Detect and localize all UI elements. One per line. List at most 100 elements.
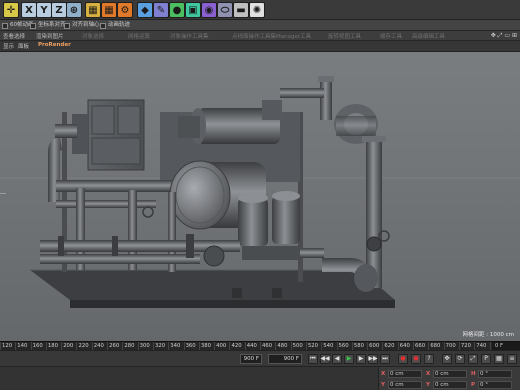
cube-icon[interactable]: ◆ (137, 2, 153, 18)
timeline-tick: 660 (413, 342, 428, 350)
world-axis-marker (0, 193, 6, 194)
rot-p-field[interactable]: 0 ° (478, 381, 512, 389)
size-y: Y0 cm (426, 381, 467, 389)
3d-viewport[interactable]: 网格间距 : 1000 cm (0, 51, 520, 341)
strip-item-anim-path[interactable]: 动画轨迹 (100, 21, 130, 30)
next-key-icon[interactable]: ▶▶ (368, 354, 378, 364)
tab-panel[interactable]: 面板 (18, 42, 29, 50)
timeline-tick: 160 (30, 342, 46, 350)
rotation-key-icon[interactable]: ⟳ (455, 354, 465, 364)
timeline-tick: 480 (275, 342, 290, 350)
next-frame-icon[interactable]: ▶ (356, 354, 366, 364)
coordinate-system-icon[interactable]: ⊕ (66, 2, 82, 18)
menu-item-mesh-ops[interactable]: 网格运算 (128, 32, 150, 40)
checkbox-icon[interactable] (64, 22, 70, 29)
checkbox-icon[interactable] (100, 22, 106, 29)
timeline-tick: 620 (382, 342, 397, 350)
menu-item-cache-tools[interactable]: 缓存工具 (380, 32, 402, 40)
rot-p: P0 ° (471, 381, 512, 389)
menu-item-object-select[interactable]: 对象选择 (82, 32, 104, 40)
viewport-layout-icons[interactable]: ✥ ⤢ ▭ ⊞ (491, 32, 517, 40)
menu-item-component-tools[interactable]: 点线面操作工具集Manager工具 (232, 32, 311, 40)
keyframe-selection-icon[interactable]: ? (424, 354, 434, 364)
timeline-ruler[interactable]: 120 140 160 180 200 220 240 260 280 300 320 340 360 3… (0, 341, 520, 351)
go-to-start-icon[interactable]: ⏮ (308, 354, 318, 364)
axis-z-button[interactable]: Z (51, 2, 67, 18)
timeline-tick: 700 (443, 342, 459, 350)
coordinates-panel: X0 cm X0 cm H0 ° Y0 cm Y0 cm P0 ° (378, 367, 520, 390)
strip-item-fps[interactable]: 60帧动画 (2, 21, 34, 30)
prev-frame-icon[interactable]: ◀ (332, 354, 342, 364)
size-x: X0 cm (426, 370, 467, 378)
coord-row-2: Y0 cm Y0 cm P0 ° (381, 380, 512, 390)
go-to-end-icon[interactable]: ⏭ (380, 354, 390, 364)
timeline-tick: 600 (367, 342, 382, 350)
end-frame-field[interactable]: 900 F (268, 354, 302, 364)
position-key-icon[interactable]: ✥ (442, 354, 452, 364)
checkbox-icon[interactable] (2, 22, 8, 29)
checkbox-icon[interactable] (30, 22, 36, 29)
viewport-tabbar: 显示 面板 ProRender (0, 41, 520, 51)
coord-row-1: X0 cm X0 cm H0 ° (381, 369, 512, 379)
timeline-tick: 140 (15, 342, 30, 350)
rot-h: H0 ° (471, 370, 512, 378)
timeline-tick: 500 (290, 342, 306, 350)
timeline-tick: 400 (214, 342, 229, 350)
pos-y-field[interactable]: 0 cm (388, 381, 422, 389)
timeline-tick: 360 (183, 342, 199, 350)
tab-display[interactable]: 显示 (3, 42, 14, 50)
timeline-tick: 300 (137, 342, 153, 350)
start-frame-field[interactable]: 900 F (240, 354, 262, 364)
timeline-tick: 720 (458, 342, 474, 350)
menu-item-render-to-picture[interactable]: 渲染到图片 (36, 32, 64, 40)
timeline-tick: 520 (305, 342, 321, 350)
light-icon[interactable]: ✺ (249, 2, 265, 18)
menu-icon[interactable]: ≡ (507, 354, 517, 364)
render-settings-icon[interactable]: ⚙ (117, 2, 133, 18)
timeline-tick: 280 (122, 342, 137, 350)
render-view-icon[interactable]: ▦ (85, 2, 101, 18)
timeline-tick: 200 (61, 342, 76, 350)
pos-x-field[interactable]: 0 cm (388, 370, 422, 378)
size-y-field[interactable]: 0 cm (433, 381, 467, 389)
strip-item-align-axis[interactable]: 对齐到轴心 (64, 21, 100, 30)
array-icon[interactable]: ▣ (185, 2, 201, 18)
axis-y-button[interactable]: Y (36, 2, 52, 18)
menu-item-rotate-view[interactable]: 旋转视图工具 (328, 32, 361, 40)
move-icon[interactable]: ✛ (3, 2, 19, 18)
scale-key-icon[interactable]: ⤢ (468, 354, 478, 364)
timeline-tick: 420 (229, 342, 244, 350)
grid-spacing-status: 网格间距 : 1000 cm (462, 332, 514, 338)
camera-icon[interactable]: ▬ (233, 2, 249, 18)
timeline-tick: 440 (244, 342, 260, 350)
pen-icon[interactable]: ✎ (153, 2, 169, 18)
timeline-tick: 640 (397, 342, 413, 350)
render-picture-viewer-icon[interactable]: ▦ (101, 2, 117, 18)
record-icon[interactable]: ● (398, 354, 408, 364)
timeline-tick: 580 (351, 342, 367, 350)
rot-h-field[interactable]: 0 ° (478, 370, 512, 378)
tab-prorender[interactable]: ProRender (38, 42, 71, 48)
timeline-tick: 560 (336, 342, 352, 350)
menu-item-advanced-edit[interactable]: 高级编辑工具 (412, 32, 445, 40)
subdivision-icon[interactable]: ● (169, 2, 185, 18)
timeline-tick: 380 (198, 342, 214, 350)
prev-key-icon[interactable]: ◀◀ (320, 354, 330, 364)
axis-x-button[interactable]: X (21, 2, 37, 18)
size-x-field[interactable]: 0 cm (433, 370, 467, 378)
timeline-tick: 340 (168, 342, 183, 350)
menu-item-view-select[interactable]: 查看选择 (3, 32, 25, 40)
param-key-icon[interactable]: P (481, 354, 491, 364)
grid-key-icon[interactable]: ▦ (494, 354, 504, 364)
play-icon[interactable]: ▶ (344, 354, 354, 364)
timeline-tick: 460 (260, 342, 275, 350)
timeline-tick: 320 (152, 342, 168, 350)
timeline-tick: 240 (91, 342, 107, 350)
deformer-icon[interactable]: ◉ (201, 2, 217, 18)
timeline-tick: 540 (321, 342, 336, 350)
quick-options-strip: 60帧动画 坐标系对齐 对齐到轴心 动画轨迹 (0, 20, 520, 31)
autokey-icon[interactable]: ● (411, 354, 421, 364)
menu-item-object-tools[interactable]: 对象操作工具集 (170, 32, 209, 40)
strip-item-align-coords[interactable]: 坐标系对齐 (30, 21, 66, 30)
floor-icon[interactable]: ⬭ (217, 2, 233, 18)
